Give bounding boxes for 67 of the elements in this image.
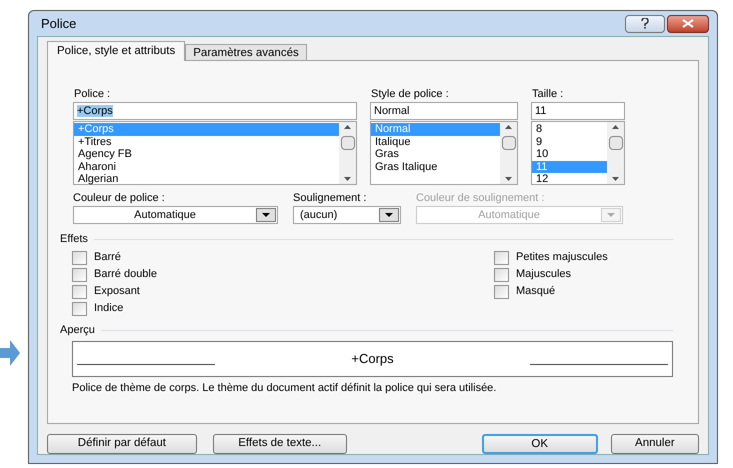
dropdown[interactable]: (aucun) <box>293 206 401 224</box>
list-item[interactable]: 9 <box>532 136 607 148</box>
scroll-up-icon[interactable] <box>344 125 351 129</box>
list-item[interactable]: 12 <box>532 173 607 186</box>
scroll-up-icon[interactable] <box>612 125 619 129</box>
checkbox[interactable] <box>72 250 87 264</box>
dialog-button[interactable]: OK <box>482 434 598 454</box>
list-item[interactable]: 8 <box>532 123 607 136</box>
section-heading: Effets <box>60 232 88 247</box>
scrollbar-thumb[interactable] <box>502 136 516 150</box>
checkbox[interactable] <box>72 268 87 282</box>
help-button[interactable] <box>625 14 665 32</box>
scroll-down-icon[interactable] <box>344 177 351 181</box>
dialog-button[interactable]: Effets de texte... <box>212 434 347 454</box>
field-label: Style de police : <box>371 87 450 102</box>
text-field[interactable]: +Corps <box>73 102 357 120</box>
window-title: Police <box>41 14 76 33</box>
list-item[interactable]: Gras Italique <box>371 160 500 173</box>
list-item[interactable]: Algerian <box>74 173 339 186</box>
text-field[interactable]: 11 <box>531 102 625 120</box>
checkbox-label: Barré <box>94 250 121 266</box>
scroll-down-icon[interactable] <box>612 177 619 181</box>
dialog-button[interactable]: Définir par défaut <box>47 434 197 454</box>
checkbox-label: Petites majuscules <box>516 250 608 266</box>
scroll-down-icon[interactable] <box>505 177 512 181</box>
scrollbar[interactable] <box>500 122 517 184</box>
checkbox-label: Masqué <box>516 284 556 300</box>
field-label: Couleur de soulignement : <box>416 191 546 206</box>
list-item[interactable]: +Titres <box>74 136 339 148</box>
dropdown[interactable]: Automatique <box>73 206 278 224</box>
text-field[interactable]: Normal <box>370 102 518 120</box>
tab[interactable]: Police, style et attributs <box>47 41 186 61</box>
close-icon <box>682 19 694 28</box>
checkbox-label: Barré double <box>94 267 157 282</box>
checkbox[interactable] <box>494 268 509 282</box>
section-heading: Aperçu <box>60 322 95 338</box>
field-label: Couleur de police : <box>73 191 166 206</box>
list-item[interactable]: Agency FB <box>74 148 339 160</box>
caret-icon <box>379 208 399 222</box>
list-item[interactable]: 10 <box>532 148 607 160</box>
checkbox[interactable] <box>494 250 509 264</box>
list-item[interactable]: Aharoni <box>74 160 339 173</box>
scroll-up-icon[interactable] <box>505 125 512 129</box>
description-text: Police de thème de corps. Le thème du document actif définit la police qui sera utilisée. <box>72 381 498 396</box>
scrollbar[interactable] <box>339 122 356 184</box>
caret-icon <box>601 208 621 222</box>
field-label: Taille : <box>532 87 564 102</box>
caret-icon <box>256 208 276 222</box>
checkbox[interactable] <box>72 284 87 298</box>
tab[interactable]: Paramètres avancés <box>185 44 307 61</box>
list-item[interactable]: Gras <box>371 148 500 160</box>
scrollbar-thumb[interactable] <box>608 136 622 150</box>
close-button[interactable] <box>667 14 709 32</box>
field-label: Police : <box>74 87 112 102</box>
checkbox[interactable] <box>494 284 509 298</box>
list-item[interactable]: Italique <box>371 136 500 148</box>
field-label: Soulignement : <box>293 191 368 206</box>
scrollbar-thumb[interactable] <box>340 136 354 150</box>
dialog-button[interactable]: Annuler <box>610 434 699 454</box>
arrow-icon <box>0 340 20 366</box>
checkbox-label: Indice <box>94 301 124 316</box>
checkbox-label: Majuscules <box>516 267 572 282</box>
checkbox[interactable] <box>72 302 87 316</box>
scrollbar[interactable] <box>607 122 624 184</box>
preview-text: +Corps <box>350 350 395 368</box>
checkbox-label: Exposant <box>94 284 140 300</box>
help-icon <box>641 18 649 29</box>
